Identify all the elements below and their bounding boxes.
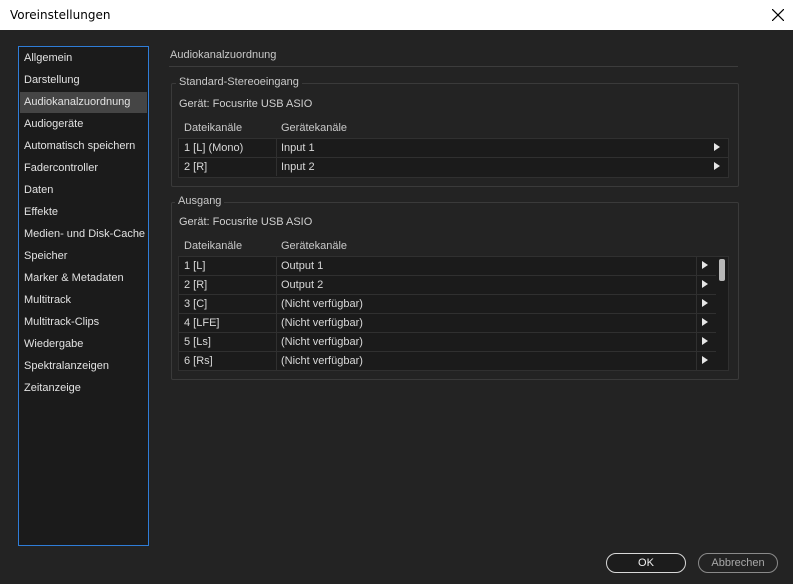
column-divider <box>276 314 277 332</box>
sidebar-item-automatisch-speichern[interactable]: Automatisch speichern <box>20 136 147 157</box>
column-divider <box>276 276 277 294</box>
close-icon <box>772 9 784 21</box>
output-col-device-channels: Gerätekanäle <box>281 240 348 252</box>
triangle-right-icon[interactable] <box>702 318 708 326</box>
triangle-right-icon[interactable] <box>702 337 708 345</box>
table-row[interactable]: 2 [R] Input 2 <box>179 158 728 177</box>
input-mapping-table: 1 [L] (Mono) Input 1 2 [R] Input 2 <box>178 138 729 178</box>
file-channel-cell: 1 [L] <box>184 260 206 272</box>
output-table-scrollbar[interactable] <box>716 257 728 370</box>
output-group-legend: Ausgang <box>175 195 225 207</box>
triangle-right-icon[interactable] <box>702 261 708 269</box>
sidebar-item-daten[interactable]: Daten <box>20 180 147 201</box>
sidebar-item-allgemein[interactable]: Allgemein <box>20 48 147 69</box>
output-col-file-channels: Dateikanäle <box>184 240 243 252</box>
column-divider <box>276 295 277 313</box>
device-channel-cell: (Nicht verfügbar) <box>281 355 363 367</box>
table-row[interactable]: 2 [R] Output 2 <box>179 276 716 295</box>
triangle-right-icon[interactable] <box>714 162 720 170</box>
close-button[interactable] <box>763 0 793 30</box>
device-channel-cell: (Nicht verfügbar) <box>281 336 363 348</box>
sidebar-item-wiedergabe[interactable]: Wiedergabe <box>20 334 147 355</box>
table-row[interactable]: 3 [C] (Nicht verfügbar) <box>179 295 716 314</box>
device-channel-cell: (Nicht verfügbar) <box>281 317 363 329</box>
sidebar-item-audiogeraete[interactable]: Audiogeräte <box>20 114 147 135</box>
column-divider <box>696 352 697 370</box>
sidebar-item-marker-metadaten[interactable]: Marker & Metadaten <box>20 268 147 289</box>
sidebar-item-multitrack-clips[interactable]: Multitrack-Clips <box>20 312 147 333</box>
output-mapping-table: 1 [L] Output 1 2 [R] Output 2 3 [C] (Nic… <box>178 256 729 371</box>
section-title: Audiokanalzuordnung <box>170 49 277 61</box>
title-bar: Voreinstellungen <box>0 0 793 30</box>
column-divider <box>276 257 277 275</box>
table-row[interactable]: 5 [Ls] (Nicht verfügbar) <box>179 333 716 352</box>
triangle-right-icon[interactable] <box>714 143 720 151</box>
table-row[interactable]: 6 [Rs] (Nicht verfügbar) <box>179 352 716 371</box>
section-divider <box>169 66 738 67</box>
output-device-label: Gerät: Focusrite USB ASIO <box>179 216 313 228</box>
sidebar-item-multitrack[interactable]: Multitrack <box>20 290 147 311</box>
sidebar-item-audiokanalzuordnung[interactable]: Audiokanalzuordnung <box>20 92 147 113</box>
sidebar-item-fadercontroller[interactable]: Fadercontroller <box>20 158 147 179</box>
file-channel-cell: 2 [R] <box>184 161 208 173</box>
device-channel-cell: Output 2 <box>281 279 324 291</box>
table-row[interactable]: 1 [L] (Mono) Input 1 <box>179 139 728 158</box>
column-divider <box>276 139 277 157</box>
column-divider <box>696 295 697 313</box>
file-channel-cell: 6 [Rs] <box>184 355 213 367</box>
input-col-device-channels: Gerätekanäle <box>281 122 348 134</box>
column-divider <box>696 333 697 351</box>
sidebar-item-spektralanzeigen[interactable]: Spektralanzeigen <box>20 356 147 377</box>
column-divider <box>696 257 697 275</box>
triangle-right-icon[interactable] <box>702 356 708 364</box>
device-channel-cell: (Nicht verfügbar) <box>281 298 363 310</box>
sidebar-item-speicher[interactable]: Speicher <box>20 246 147 267</box>
window-title: Voreinstellungen <box>10 8 111 22</box>
triangle-right-icon[interactable] <box>702 280 708 288</box>
device-channel-cell: Output 1 <box>281 260 324 272</box>
input-col-file-channels: Dateikanäle <box>184 122 243 134</box>
table-row[interactable]: 1 [L] Output 1 <box>179 257 716 276</box>
file-channel-cell: 3 [C] <box>184 298 208 310</box>
sidebar-item-effekte[interactable]: Effekte <box>20 202 147 223</box>
column-divider <box>276 333 277 351</box>
table-row[interactable]: 4 [LFE] (Nicht verfügbar) <box>179 314 716 333</box>
file-channel-cell: 1 [L] (Mono) <box>184 142 244 154</box>
sidebar-item-zeitanzeige[interactable]: Zeitanzeige <box>20 378 147 399</box>
input-device-label: Gerät: Focusrite USB ASIO <box>179 98 313 110</box>
column-divider <box>276 158 277 176</box>
cancel-button[interactable]: Abbrechen <box>698 553 778 573</box>
file-channel-cell: 2 [R] <box>184 279 208 291</box>
triangle-right-icon[interactable] <box>702 299 708 307</box>
file-channel-cell: 5 [Ls] <box>184 336 211 348</box>
scrollbar-thumb[interactable] <box>719 259 725 281</box>
column-divider <box>696 276 697 294</box>
device-channel-cell: Input 1 <box>281 142 315 154</box>
sidebar-item-darstellung[interactable]: Darstellung <box>20 70 147 91</box>
input-group-legend: Standard-Stereoeingang <box>176 76 302 88</box>
file-channel-cell: 4 [LFE] <box>184 317 220 329</box>
column-divider <box>276 352 277 370</box>
device-channel-cell: Input 2 <box>281 161 315 173</box>
column-divider <box>696 314 697 332</box>
ok-button[interactable]: OK <box>606 553 686 573</box>
category-list[interactable]: Allgemein Darstellung Audiokanalzuordnun… <box>18 46 149 546</box>
sidebar-item-medien-disk-cache[interactable]: Medien- und Disk-Cache <box>20 224 147 245</box>
